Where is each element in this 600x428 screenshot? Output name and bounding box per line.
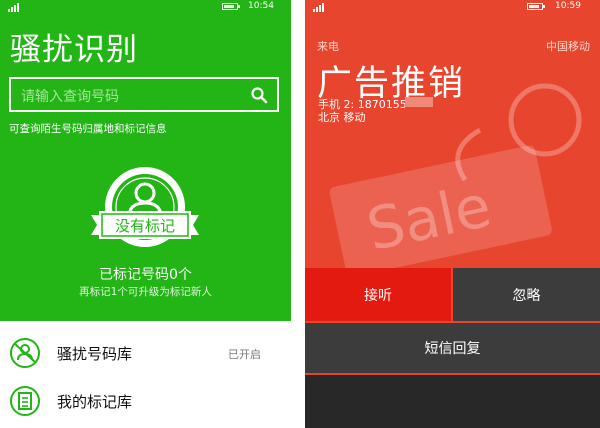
badge-label: 没有标记 bbox=[115, 217, 175, 235]
signal-icon bbox=[8, 3, 19, 12]
left-phone-screen: 10:54 骚扰识别 请输入查询号码 可查询陌生号码归属地和标记信息 没有标记 … bbox=[0, 0, 291, 428]
search-input[interactable]: 请输入查询号码 bbox=[21, 86, 119, 106]
status-bar: 10:54 bbox=[0, 0, 291, 14]
list-item-harassment-db[interactable]: 骚扰号码库 已开启 bbox=[0, 328, 291, 378]
no-mark-badge: 没有标记 bbox=[91, 167, 199, 247]
battery-icon bbox=[222, 3, 240, 10]
ignore-call-button[interactable]: 忽略 bbox=[453, 268, 600, 321]
status-time: 10:54 bbox=[248, 1, 274, 11]
sms-reply-button[interactable]: 短信回复 bbox=[305, 323, 600, 373]
status-text: 已开启 bbox=[228, 348, 261, 361]
accept-call-button[interactable]: 接听 bbox=[305, 268, 451, 321]
tag-body: Sale bbox=[329, 145, 552, 268]
battery-icon bbox=[527, 3, 545, 10]
tag-loop bbox=[508, 83, 582, 157]
status-time: 10:59 bbox=[555, 1, 581, 11]
status-bar: 10:59 bbox=[305, 0, 600, 14]
notebook-icon bbox=[10, 386, 40, 416]
incoming-call-label: 来电 bbox=[317, 40, 339, 53]
search-box[interactable]: 请输入查询号码 bbox=[9, 77, 279, 112]
page-title: 骚扰识别 bbox=[10, 32, 138, 68]
no-person-icon bbox=[10, 338, 40, 368]
signal-icon bbox=[313, 3, 324, 12]
search-description: 可查询陌生号码归属地和标记信息 bbox=[9, 123, 167, 135]
search-icon[interactable] bbox=[250, 86, 268, 104]
upgrade-hint: 再标记1个可升级为标记新人 bbox=[79, 286, 212, 298]
caller-location: 北京 移动 bbox=[318, 111, 366, 124]
marked-count: 已标记号码0个 bbox=[99, 267, 192, 283]
list-item-label: 骚扰号码库 bbox=[57, 345, 133, 363]
carrier-name: 中国移动 bbox=[546, 40, 590, 53]
list-item-my-marks[interactable]: 我的标记库 bbox=[0, 376, 291, 426]
list-item-label: 我的标记库 bbox=[57, 393, 133, 411]
bottom-bar bbox=[305, 375, 600, 428]
number-redaction bbox=[405, 97, 433, 107]
right-phone-screen: Sale 10:59 来电 中国移动 广告推销 手机 2: 1870155 北京… bbox=[305, 0, 600, 428]
